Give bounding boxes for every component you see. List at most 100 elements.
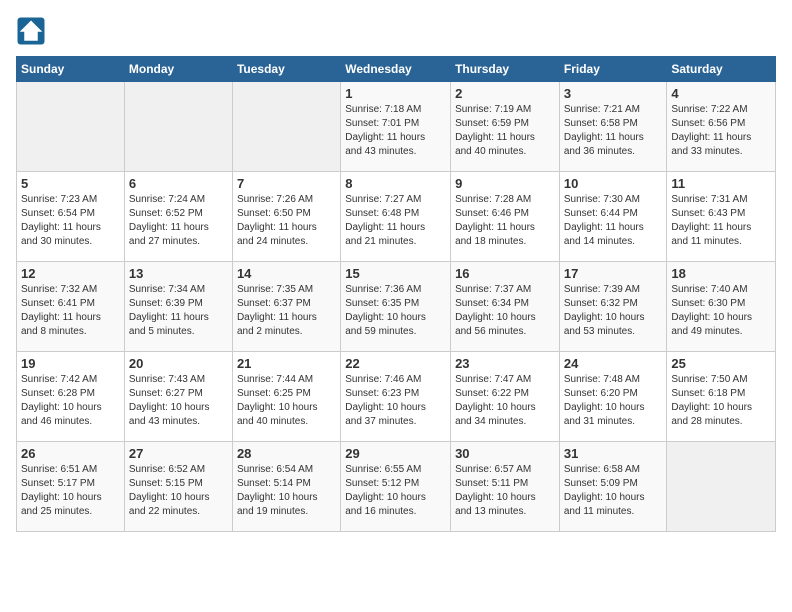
calendar-day-cell: 26 Sunrise: 6:51 AM Sunset: 5:17 PM Dayli… [17,442,125,532]
logo [16,16,50,46]
day-number: 29 [345,446,446,461]
day-number: 1 [345,86,446,101]
calendar-day-cell: 23 Sunrise: 7:47 AM Sunset: 6:22 PM Dayli… [451,352,560,442]
day-number: 4 [671,86,771,101]
day-info: Sunrise: 7:30 AM Sunset: 6:44 PM Dayligh… [564,194,644,247]
day-info: Sunrise: 7:39 AM Sunset: 6:32 PM Dayligh… [564,284,645,337]
day-number: 16 [455,266,555,281]
calendar-day-cell: 12 Sunrise: 7:32 AM Sunset: 6:41 PM Dayli… [17,262,125,352]
day-number: 8 [345,176,446,191]
calendar-day-cell: 2 Sunrise: 7:19 AM Sunset: 6:59 PM Daylig… [451,82,560,172]
day-number: 14 [237,266,336,281]
day-info: Sunrise: 7:43 AM Sunset: 6:27 PM Dayligh… [129,374,210,427]
calendar-week-row: 5 Sunrise: 7:23 AM Sunset: 6:54 PM Daylig… [17,172,776,262]
calendar-day-cell: 24 Sunrise: 7:48 AM Sunset: 6:20 PM Dayli… [559,352,667,442]
calendar-day-cell: 29 Sunrise: 6:55 AM Sunset: 5:12 PM Dayli… [341,442,451,532]
day-info: Sunrise: 7:27 AM Sunset: 6:48 PM Dayligh… [345,194,425,247]
calendar-day-cell: 11Sunrise: 7:31 AM Sunset: 6:43 PM Dayli… [667,172,776,262]
empty-day-cell [124,82,232,172]
calendar-day-cell: 1 Sunrise: 7:18 AM Sunset: 7:01 PM Daylig… [341,82,451,172]
day-info: Sunrise: 7:32 AM Sunset: 6:41 PM Dayligh… [21,284,101,337]
day-info: Sunrise: 7:26 AM Sunset: 6:50 PM Dayligh… [237,194,317,247]
day-info: Sunrise: 7:42 AM Sunset: 6:28 PM Dayligh… [21,374,102,427]
day-info: Sunrise: 6:52 AM Sunset: 5:15 PM Dayligh… [129,464,210,517]
page-header [16,16,776,46]
day-number: 27 [129,446,228,461]
calendar-day-cell: 13 Sunrise: 7:34 AM Sunset: 6:39 PM Dayli… [124,262,232,352]
day-number: 17 [564,266,663,281]
calendar-header-row: SundayMondayTuesdayWednesdayThursdayFrid… [17,57,776,82]
day-info: Sunrise: 6:54 AM Sunset: 5:14 PM Dayligh… [237,464,318,517]
day-number: 10 [564,176,663,191]
day-info: Sunrise: 6:58 AM Sunset: 5:09 PM Dayligh… [564,464,645,517]
calendar-day-cell: 4Sunrise: 7:22 AM Sunset: 6:56 PM Daylig… [667,82,776,172]
calendar-day-cell: 10 Sunrise: 7:30 AM Sunset: 6:44 PM Dayli… [559,172,667,262]
day-number: 2 [455,86,555,101]
day-info: Sunrise: 7:46 AM Sunset: 6:23 PM Dayligh… [345,374,426,427]
day-number: 28 [237,446,336,461]
calendar-day-cell: 19 Sunrise: 7:42 AM Sunset: 6:28 PM Dayli… [17,352,125,442]
calendar-day-cell: 9Sunrise: 7:28 AM Sunset: 6:46 PM Daylig… [451,172,560,262]
day-number: 6 [129,176,228,191]
day-number: 5 [21,176,120,191]
day-info: Sunrise: 6:55 AM Sunset: 5:12 PM Dayligh… [345,464,426,517]
calendar-day-cell: 18 Sunrise: 7:40 AM Sunset: 6:30 PM Dayli… [667,262,776,352]
calendar-day-cell: 14 Sunrise: 7:35 AM Sunset: 6:37 PM Dayli… [232,262,340,352]
day-number: 30 [455,446,555,461]
day-number: 11 [671,176,771,191]
day-info: Sunrise: 7:34 AM Sunset: 6:39 PM Dayligh… [129,284,209,337]
day-number: 21 [237,356,336,371]
day-header-wednesday: Wednesday [341,57,451,82]
day-number: 12 [21,266,120,281]
calendar-day-cell: 28 Sunrise: 6:54 AM Sunset: 5:14 PM Dayli… [232,442,340,532]
calendar-day-cell: 17 Sunrise: 7:39 AM Sunset: 6:32 PM Dayli… [559,262,667,352]
calendar-day-cell: 21 Sunrise: 7:44 AM Sunset: 6:25 PM Dayli… [232,352,340,442]
day-number: 26 [21,446,120,461]
calendar-day-cell: 8 Sunrise: 7:27 AM Sunset: 6:48 PM Daylig… [341,172,451,262]
day-header-thursday: Thursday [451,57,560,82]
day-number: 23 [455,356,555,371]
day-header-saturday: Saturday [667,57,776,82]
calendar-week-row: 19 Sunrise: 7:42 AM Sunset: 6:28 PM Dayli… [17,352,776,442]
calendar-week-row: 1 Sunrise: 7:18 AM Sunset: 7:01 PM Daylig… [17,82,776,172]
day-info: Sunrise: 6:51 AM Sunset: 5:17 PM Dayligh… [21,464,102,517]
day-info: Sunrise: 7:48 AM Sunset: 6:20 PM Dayligh… [564,374,645,427]
day-header-sunday: Sunday [17,57,125,82]
logo-icon [16,16,46,46]
day-number: 15 [345,266,446,281]
empty-day-cell [17,82,125,172]
calendar-day-cell: 31Sunrise: 6:58 AM Sunset: 5:09 PM Dayli… [559,442,667,532]
day-info: Sunrise: 7:50 AM Sunset: 6:18 PM Dayligh… [671,374,752,427]
day-number: 24 [564,356,663,371]
day-info: Sunrise: 7:18 AM Sunset: 7:01 PM Dayligh… [345,104,425,157]
calendar-day-cell: 16Sunrise: 7:37 AM Sunset: 6:34 PM Dayli… [451,262,560,352]
calendar-day-cell: 7Sunrise: 7:26 AM Sunset: 6:50 PM Daylig… [232,172,340,262]
calendar-week-row: 26 Sunrise: 6:51 AM Sunset: 5:17 PM Dayli… [17,442,776,532]
day-number: 19 [21,356,120,371]
day-header-friday: Friday [559,57,667,82]
day-info: Sunrise: 7:28 AM Sunset: 6:46 PM Dayligh… [455,194,535,247]
calendar-day-cell: 5 Sunrise: 7:23 AM Sunset: 6:54 PM Daylig… [17,172,125,262]
day-info: Sunrise: 7:44 AM Sunset: 6:25 PM Dayligh… [237,374,318,427]
day-info: Sunrise: 7:24 AM Sunset: 6:52 PM Dayligh… [129,194,209,247]
day-number: 20 [129,356,228,371]
day-number: 13 [129,266,228,281]
calendar-day-cell: 3Sunrise: 7:21 AM Sunset: 6:58 PM Daylig… [559,82,667,172]
day-info: Sunrise: 7:35 AM Sunset: 6:37 PM Dayligh… [237,284,317,337]
day-number: 25 [671,356,771,371]
day-info: Sunrise: 7:40 AM Sunset: 6:30 PM Dayligh… [671,284,752,337]
day-header-monday: Monday [124,57,232,82]
calendar-day-cell: 22Sunrise: 7:46 AM Sunset: 6:23 PM Dayli… [341,352,451,442]
day-info: Sunrise: 7:36 AM Sunset: 6:35 PM Dayligh… [345,284,426,337]
day-info: Sunrise: 7:19 AM Sunset: 6:59 PM Dayligh… [455,104,535,157]
calendar-table: SundayMondayTuesdayWednesdayThursdayFrid… [16,56,776,532]
day-info: Sunrise: 6:57 AM Sunset: 5:11 PM Dayligh… [455,464,536,517]
day-info: Sunrise: 7:21 AM Sunset: 6:58 PM Dayligh… [564,104,644,157]
calendar-day-cell: 15 Sunrise: 7:36 AM Sunset: 6:35 PM Dayli… [341,262,451,352]
calendar-week-row: 12 Sunrise: 7:32 AM Sunset: 6:41 PM Dayli… [17,262,776,352]
day-info: Sunrise: 7:23 AM Sunset: 6:54 PM Dayligh… [21,194,101,247]
calendar-day-cell: 20 Sunrise: 7:43 AM Sunset: 6:27 PM Dayli… [124,352,232,442]
calendar-day-cell: 27 Sunrise: 6:52 AM Sunset: 5:15 PM Dayli… [124,442,232,532]
day-number: 18 [671,266,771,281]
day-info: Sunrise: 7:47 AM Sunset: 6:22 PM Dayligh… [455,374,536,427]
